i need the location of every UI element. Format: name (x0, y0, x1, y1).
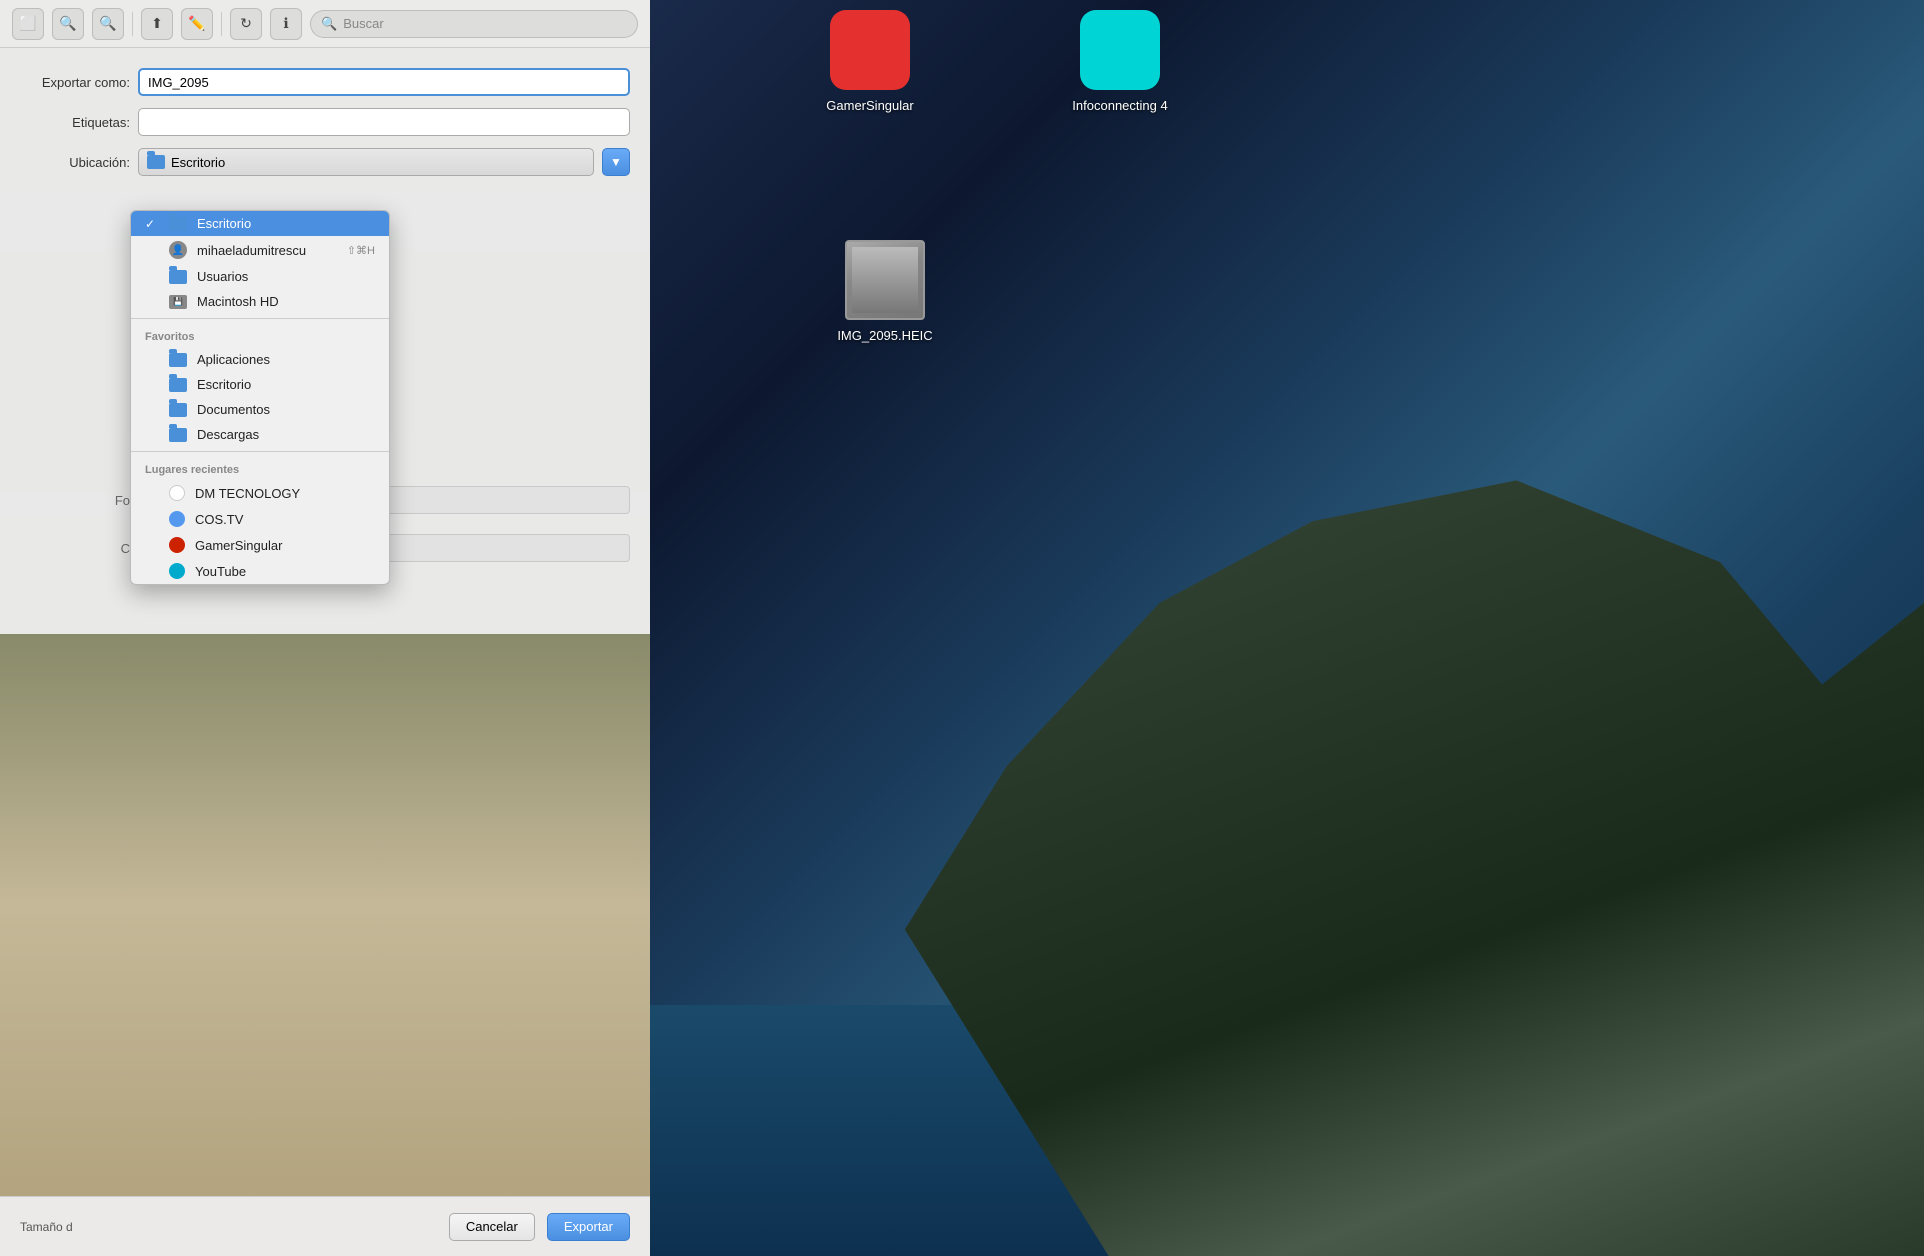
item-label: YouTube (195, 564, 246, 579)
dropdown-item-costv[interactable]: COS.TV (131, 506, 389, 532)
search-icon: 🔍 (321, 16, 337, 32)
folder-icon (169, 270, 187, 284)
dm-icon (169, 485, 185, 501)
gamer-icon-image (830, 10, 910, 90)
location-dropdown: ✓ Escritorio 👤 mihaeladumitrescu ⇧⌘H Usu… (130, 210, 390, 585)
dropdown-item-usuarios[interactable]: Usuarios (131, 264, 389, 289)
search-box[interactable]: 🔍 Buscar (310, 10, 638, 38)
share-btn[interactable]: ⬆ (141, 8, 173, 40)
folder-icon (169, 353, 187, 367)
location-row: Ubicación: Escritorio ▼ (20, 148, 630, 176)
item-label: GamerSingular (195, 538, 282, 553)
desktop-icon-img2095[interactable]: IMG_2095.HEIC (835, 240, 935, 344)
dropdown-item-escritorio2[interactable]: Escritorio (131, 372, 389, 397)
export-row: Exportar como: (20, 68, 630, 96)
dropdown-item-user[interactable]: 👤 mihaeladumitrescu ⇧⌘H (131, 236, 389, 264)
costv-icon (169, 511, 185, 527)
item-label: DM TECNOLOGY (195, 486, 300, 501)
item-label: Escritorio (197, 377, 251, 392)
folder-icon (169, 378, 187, 392)
tags-input[interactable] (138, 108, 630, 136)
format-label: Fo (20, 493, 130, 508)
item-label: Macintosh HD (197, 294, 279, 309)
img-icon-label: IMG_2095.HEIC (837, 328, 932, 344)
size-label: Tamaño d (20, 1220, 73, 1234)
dropdown-item-descargas[interactable]: Descargas (131, 422, 389, 447)
user-icon: 👤 (169, 241, 187, 259)
info-icon-label: Infoconnecting 4 (1072, 98, 1167, 114)
cancel-button[interactable]: Cancelar (449, 1213, 535, 1241)
tags-row: Etiquetas: (20, 108, 630, 136)
dropdown-arrow-btn[interactable]: ▼ (602, 148, 630, 176)
location-value: Escritorio (171, 155, 225, 170)
hd-icon: 💾 (169, 295, 187, 309)
shortcut-label: ⇧⌘H (347, 244, 375, 257)
folder-icon (169, 403, 187, 417)
macos-toolbar: ⬜ 🔍 🔍 ⬆ ✏️ ↻ ℹ 🔍 Buscar (0, 0, 650, 48)
zoom-in-btn[interactable]: 🔍 (92, 8, 124, 40)
left-panel: ⬜ 🔍 🔍 ⬆ ✏️ ↻ ℹ 🔍 Buscar Exportar como: E (0, 0, 650, 1256)
view-toggle-btn[interactable]: ⬜ (12, 8, 44, 40)
dropdown-item-escritorio[interactable]: ✓ Escritorio (131, 211, 389, 236)
heic-thumbnail (847, 242, 923, 318)
youtube-icon (169, 563, 185, 579)
folder-icon (169, 428, 187, 442)
dropdown-item-macintosh[interactable]: 💾 Macintosh HD (131, 289, 389, 314)
folder-icon (147, 155, 165, 169)
img-icon-image (845, 240, 925, 320)
gamer-icon-label: GamerSingular (826, 98, 913, 114)
divider-2 (221, 12, 222, 36)
item-label: mihaeladumitrescu (197, 243, 306, 258)
dropdown-item-gamersingular[interactable]: GamerSingular (131, 532, 389, 558)
gamer-icon (169, 537, 185, 553)
tags-label: Etiquetas: (20, 115, 130, 130)
item-label: Usuarios (197, 269, 248, 284)
rotate-btn[interactable]: ↻ (230, 8, 262, 40)
desktop-icon-gamersingular[interactable]: GamerSingular (820, 10, 920, 114)
export-button[interactable]: Exportar (547, 1213, 630, 1241)
item-label: COS.TV (195, 512, 243, 527)
folder-icon (169, 217, 187, 231)
cliff-bg (905, 440, 1924, 1256)
checkmark-icon: ✓ (145, 217, 159, 231)
divider2 (131, 451, 389, 452)
right-panel: GamerSingular Infoconnecting 4 IMG_2095.… (650, 0, 1924, 1256)
favoritos-header: Favoritos (131, 323, 389, 347)
dialog-bottom-bar: Tamaño d Cancelar Exportar (0, 1196, 650, 1256)
item-label: Descargas (197, 427, 259, 442)
export-input[interactable] (138, 68, 630, 96)
zoom-out-btn[interactable]: 🔍 (52, 8, 84, 40)
dropdown-item-documentos[interactable]: Documentos (131, 397, 389, 422)
export-label: Exportar como: (20, 75, 130, 90)
divider-1 (132, 12, 133, 36)
desktop-icon-infoconnecting[interactable]: Infoconnecting 4 (1070, 10, 1170, 114)
dropdown-item-aplicaciones[interactable]: Aplicaciones (131, 347, 389, 372)
location-label: Ubicación: (20, 155, 130, 170)
edit-btn[interactable]: ✏️ (181, 8, 213, 40)
desktop: ⬜ 🔍 🔍 ⬆ ✏️ ↻ ℹ 🔍 Buscar Exportar como: E (0, 0, 1924, 1256)
divider (131, 318, 389, 319)
info-btn[interactable]: ℹ (270, 8, 302, 40)
dropdown-item-dm[interactable]: DM TECNOLOGY (131, 480, 389, 506)
info-icon-image (1080, 10, 1160, 90)
search-placeholder: Buscar (343, 16, 383, 31)
dropdown-item-youtube[interactable]: YouTube (131, 558, 389, 584)
item-label: Aplicaciones (197, 352, 270, 367)
location-select[interactable]: Escritorio (138, 148, 594, 176)
color-label: C (20, 541, 130, 556)
lugares-header: Lugares recientes (131, 456, 389, 480)
save-dialog: Exportar como: Etiquetas: Ubicación: Esc… (0, 48, 650, 634)
item-label: Escritorio (197, 216, 251, 231)
item-label: Documentos (197, 402, 270, 417)
